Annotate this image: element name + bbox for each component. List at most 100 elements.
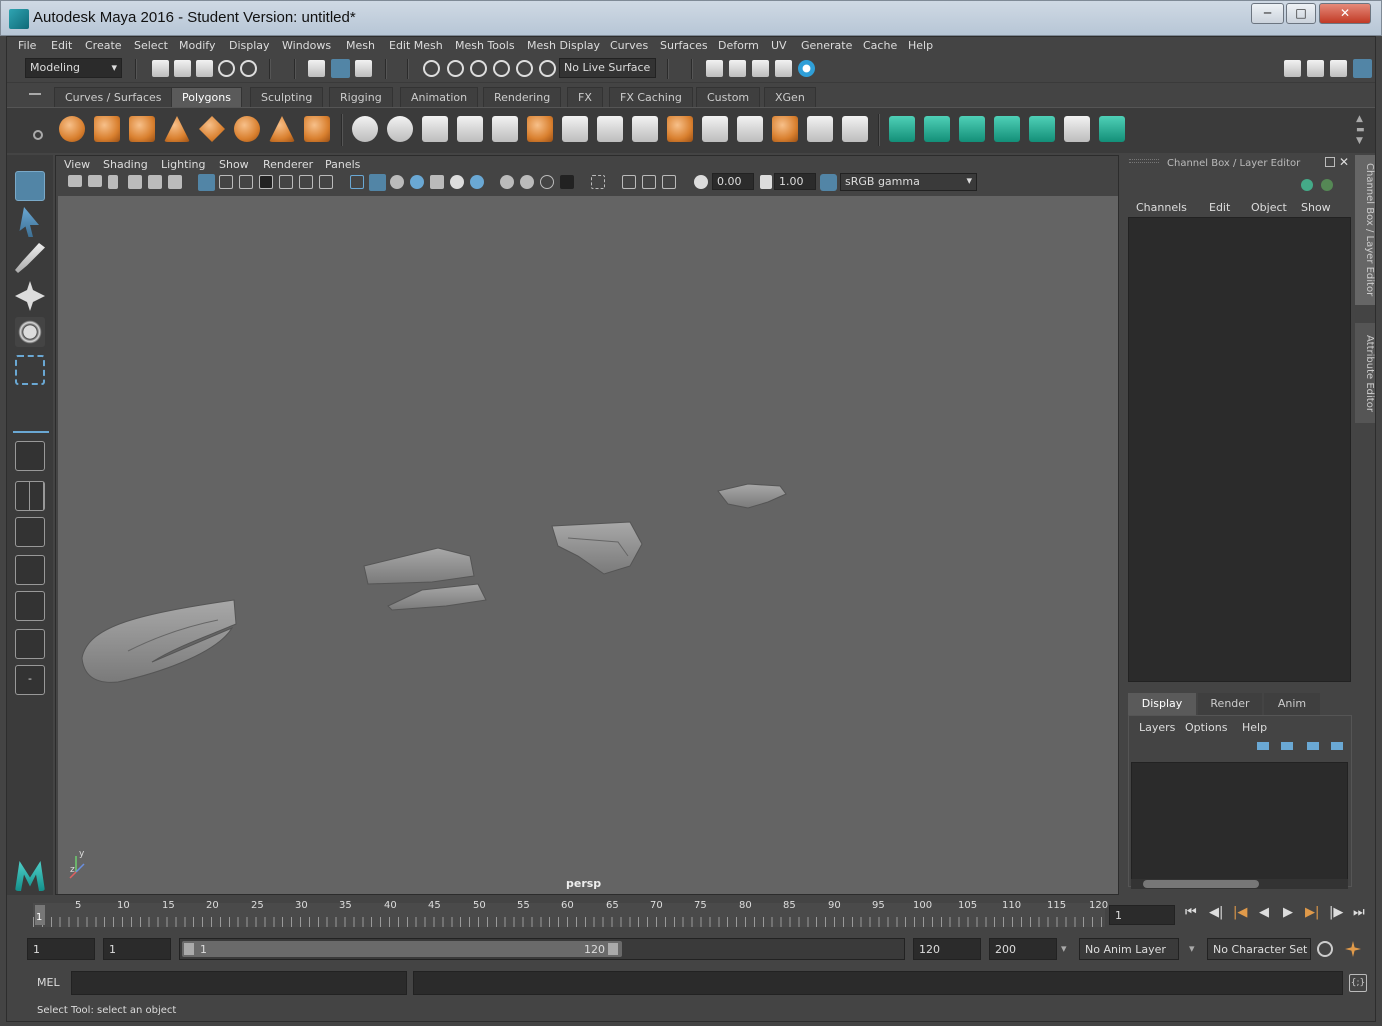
snap-point-icon[interactable] <box>470 60 487 77</box>
contour-stretch-icon[interactable] <box>1029 116 1055 142</box>
menu-mesh-display[interactable]: Mesh Display <box>527 39 600 52</box>
chevron-down-icon[interactable]: ▾ <box>1061 942 1067 955</box>
shelf-scroll-icon[interactable]: ▲ ▬ ▼ <box>1356 114 1365 147</box>
color-space-dropdown[interactable]: sRGB gamma ▾ <box>840 173 977 191</box>
menu-surfaces[interactable]: Surfaces <box>660 39 708 52</box>
uv-checker-icon[interactable] <box>1064 116 1090 142</box>
multi-cut-icon[interactable] <box>702 116 728 142</box>
cb-menu-channels[interactable]: Channels <box>1136 201 1187 214</box>
close-button[interactable]: ✕ <box>1319 3 1371 24</box>
xray-icon[interactable] <box>622 175 636 189</box>
perspective-viewport[interactable]: y z persp <box>58 196 1118 894</box>
uv-editor-icon[interactable] <box>1099 116 1125 142</box>
rotate-tool-icon[interactable] <box>15 317 45 347</box>
tab-rendering[interactable]: Rendering <box>483 87 562 107</box>
cylindrical-mapping-icon[interactable] <box>924 116 950 142</box>
mesh-hull-piece[interactable] <box>81 599 237 683</box>
extract-icon[interactable] <box>422 116 448 142</box>
attribute-editor-toggle-icon[interactable] <box>1307 60 1324 77</box>
boolean-icon[interactable] <box>492 116 518 142</box>
end-time-field[interactable]: 200 <box>989 938 1057 960</box>
minimize-button[interactable]: ─ <box>1251 3 1284 24</box>
move-layer-up-icon[interactable] <box>1257 742 1269 750</box>
extrude-icon[interactable] <box>527 116 553 142</box>
tab-attribute-editor[interactable]: Attribute Editor <box>1355 323 1375 423</box>
combine-icon[interactable] <box>352 116 378 142</box>
snap-curve-icon[interactable] <box>447 60 464 77</box>
move-layer-down-icon[interactable] <box>1281 742 1293 750</box>
menu-generate[interactable]: Generate <box>801 39 852 52</box>
menu-windows[interactable]: Windows <box>282 39 331 52</box>
step-forward-frame-icon[interactable]: |▶ <box>1329 905 1343 920</box>
more-layouts-icon[interactable]: - <box>15 665 45 695</box>
select-hierarchy-icon[interactable] <box>308 60 325 77</box>
shelf-menu-icon[interactable] <box>29 93 41 95</box>
go-to-start-icon[interactable]: ⏮ <box>1185 905 1197 920</box>
poly-sphere-icon[interactable] <box>59 116 85 142</box>
smooth-shade-icon[interactable] <box>369 174 386 191</box>
menu-cache[interactable]: Cache <box>863 39 897 52</box>
smooth-icon[interactable] <box>457 116 483 142</box>
grid-toggle-icon[interactable] <box>198 174 215 191</box>
textured-icon[interactable] <box>430 175 444 189</box>
le-menu-layers[interactable]: Layers <box>1139 721 1175 734</box>
snap-surface-icon[interactable] <box>516 60 533 77</box>
panel-grip[interactable] <box>1129 159 1159 163</box>
tab-render-layers[interactable]: Render <box>1198 693 1262 715</box>
anim-layer-dropdown[interactable]: No Anim Layer <box>1079 938 1179 960</box>
scrollbar-thumb[interactable] <box>1143 880 1259 888</box>
hypershade-persp-layout-icon[interactable] <box>15 629 45 659</box>
poly-pyramid-icon[interactable] <box>269 116 295 142</box>
tab-display-layers[interactable]: Display <box>1128 693 1196 715</box>
play-forwards-icon[interactable]: ▶ <box>1283 905 1293 920</box>
wireframe-icon[interactable] <box>350 175 364 189</box>
poly-cone-icon[interactable] <box>164 116 190 142</box>
speed-icon[interactable] <box>1321 179 1333 191</box>
tab-animation[interactable]: Animation <box>400 87 479 107</box>
image-plane-icon[interactable] <box>128 175 142 189</box>
playback-start-field[interactable]: 1 <box>103 938 171 960</box>
new-scene-icon[interactable] <box>152 60 169 77</box>
render-current-frame-icon[interactable] <box>729 60 746 77</box>
gate-mask-icon[interactable] <box>259 175 273 189</box>
tool-settings-toggle-icon[interactable] <box>1330 60 1347 77</box>
live-surface-field[interactable]: No Live Surface <box>559 58 656 78</box>
select-object-icon[interactable] <box>331 59 350 78</box>
mesh-wing-piece[interactable] <box>363 547 487 611</box>
grease-pencil-icon[interactable] <box>168 175 182 189</box>
tab-custom[interactable]: Custom <box>696 87 761 107</box>
cb-menu-object[interactable]: Object <box>1251 201 1287 214</box>
manipulator-icon[interactable] <box>1301 179 1313 191</box>
safe-action-icon[interactable] <box>299 175 313 189</box>
range-start-handle[interactable] <box>184 943 194 955</box>
target-weld-icon[interactable] <box>807 116 833 142</box>
field-chart-icon[interactable] <box>279 175 293 189</box>
menu-deform[interactable]: Deform <box>718 39 759 52</box>
menu-select[interactable]: Select <box>134 39 168 52</box>
exposure-icon[interactable] <box>694 175 708 189</box>
single-perspective-view-icon[interactable] <box>15 441 45 471</box>
tab-curves-surfaces[interactable]: Curves / Surfaces <box>54 87 173 107</box>
multisample-aa-icon[interactable] <box>540 175 554 189</box>
poly-pipe-icon[interactable] <box>304 116 330 142</box>
range-bar-track[interactable]: 1 120 <box>179 938 905 960</box>
menu-edit[interactable]: Edit <box>51 39 72 52</box>
menu-mesh-tools[interactable]: Mesh Tools <box>455 39 515 52</box>
render-settings-icon[interactable] <box>775 60 792 77</box>
separate-icon[interactable] <box>387 116 413 142</box>
tab-anim-layers[interactable]: Anim <box>1264 693 1320 715</box>
menu-modify[interactable]: Modify <box>179 39 215 52</box>
chevron-down-icon[interactable]: ▾ <box>1189 942 1195 955</box>
camera-select-icon[interactable] <box>68 175 82 187</box>
poly-cylinder-icon[interactable] <box>129 116 155 142</box>
bridge-icon[interactable] <box>562 116 588 142</box>
le-menu-help[interactable]: Help <box>1242 721 1267 734</box>
poly-plane-icon[interactable] <box>199 116 225 142</box>
channel-box-toggle-icon[interactable] <box>1353 59 1372 78</box>
new-layer-icon[interactable] <box>1307 742 1319 750</box>
safe-title-icon[interactable] <box>319 175 333 189</box>
planar-mapping-icon[interactable] <box>889 116 915 142</box>
layer-list-scrollbar[interactable] <box>1131 879 1348 889</box>
channel-list[interactable] <box>1128 217 1351 682</box>
menu-display[interactable]: Display <box>229 39 270 52</box>
